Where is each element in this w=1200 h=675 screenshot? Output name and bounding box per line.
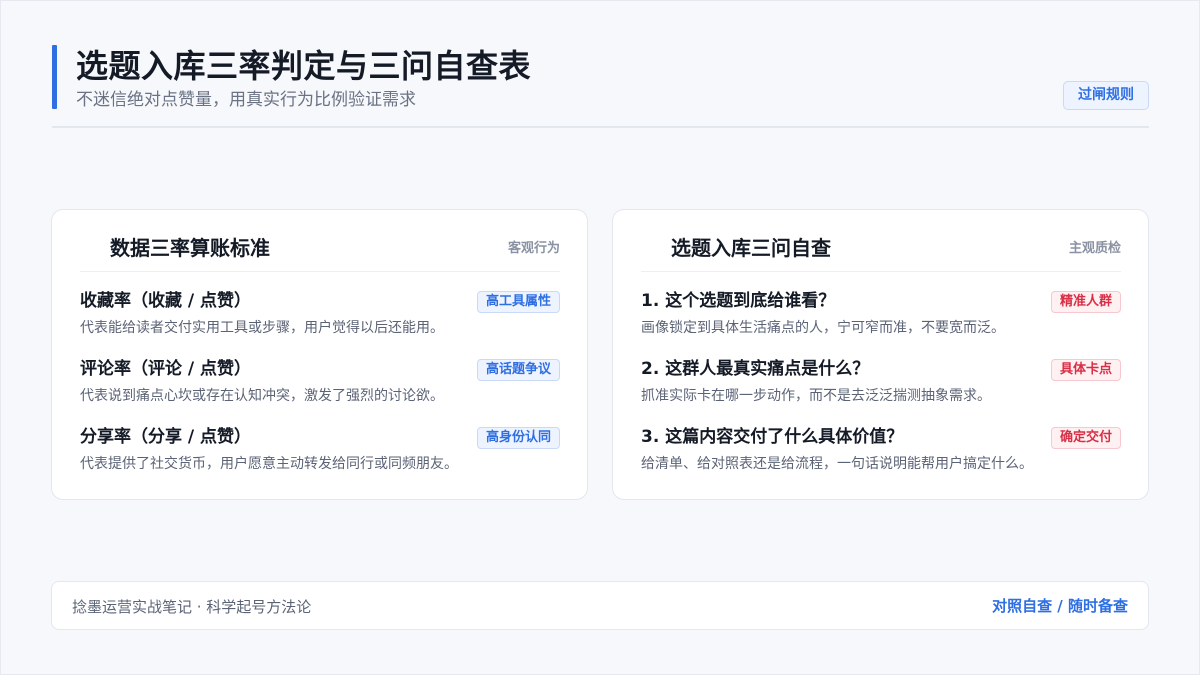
page-footer: 捻墨运营实战笔记 · 科学起号方法论 对照自查 / 随时备查 xyxy=(51,581,1149,630)
status-badge: 高身份认同 xyxy=(476,427,560,449)
item-title: 收藏率（收藏 / 点赞） xyxy=(80,291,252,311)
list-item: 分享率（分享 / 点赞） 高身份认同 代表提供了社交货币，用户愿意主动转发给同行… xyxy=(80,426,560,484)
card-tag: 客观行为 xyxy=(507,241,560,256)
card-header: 数据三率算账标准 客观行为 xyxy=(80,228,560,272)
list-item: 评论率（评论 / 点赞） 高话题争议 代表说到痛点心坎或存在认知冲突，激发了强烈… xyxy=(80,358,560,416)
page-subtitle: 不迷信绝对点赞量，用真实行为比例验证需求 xyxy=(76,90,416,110)
list-item: 收藏率（收藏 / 点赞） 高工具属性 代表能给读者交付实用工具或步骤，用户觉得以… xyxy=(80,290,560,348)
data-rates-card: 数据三率算账标准 客观行为 收藏率（收藏 / 点赞） 高工具属性 代表能给读者交… xyxy=(51,209,588,500)
title-accent-bar xyxy=(52,45,57,109)
item-description: 代表提供了社交货币，用户愿意主动转发给同行或同频朋友。 xyxy=(80,456,458,472)
page-title: 选题入库三率判定与三问自查表 xyxy=(76,47,532,85)
item-title: 2. 这群人最真实痛点是什么？ xyxy=(641,359,870,379)
self-check-card: 选题入库三问自查 主观质检 1. 这个选题到底给谁看？ 精准人群 画像锁定到具体… xyxy=(612,209,1149,500)
item-title: 3. 这篇内容交付了什么具体价值？ xyxy=(641,427,904,447)
item-title: 评论率（评论 / 点赞） xyxy=(80,359,252,379)
header-divider xyxy=(52,126,1149,128)
list-item: 2. 这群人最真实痛点是什么？ 具体卡点 抓准实际卡在哪一步动作，而不是去泛泛揣… xyxy=(641,358,1121,416)
card-title: 选题入库三问自查 xyxy=(671,236,831,260)
status-badge: 精准人群 xyxy=(1050,291,1121,313)
item-title: 分享率（分享 / 点赞） xyxy=(80,427,252,447)
item-description: 抓准实际卡在哪一步动作，而不是去泛泛揣测抽象需求。 xyxy=(641,388,991,404)
item-description: 代表说到痛点心坎或存在认知冲突，激发了强烈的讨论欲。 xyxy=(80,388,444,404)
list-item: 1. 这个选题到底给谁看？ 精准人群 画像锁定到具体生活痛点的人，宁可窄而准，不… xyxy=(641,290,1121,348)
item-title: 1. 这个选题到底给谁看？ xyxy=(641,291,836,311)
item-description: 画像锁定到具体生活痛点的人，宁可窄而准，不要宽而泛。 xyxy=(641,320,1005,336)
card-title: 数据三率算账标准 xyxy=(110,236,270,260)
status-badge: 高工具属性 xyxy=(476,291,560,313)
status-badge: 具体卡点 xyxy=(1050,359,1121,381)
page-header: 选题入库三率判定与三问自查表 不迷信绝对点赞量，用真实行为比例验证需求 过闸规则 xyxy=(52,44,1149,128)
status-badge: 确定交付 xyxy=(1050,427,1121,449)
item-description: 代表能给读者交付实用工具或步骤，用户觉得以后还能用。 xyxy=(80,320,444,336)
rules-button[interactable]: 过闸规则 xyxy=(1063,81,1149,110)
status-badge: 高话题争议 xyxy=(476,359,560,381)
footer-action-link[interactable]: 对照自查 / 随时备查 xyxy=(992,595,1128,616)
card-tag: 主观质检 xyxy=(1068,241,1121,256)
card-header: 选题入库三问自查 主观质检 xyxy=(641,228,1121,272)
footer-source: 捻墨运营实战笔记 · 科学起号方法论 xyxy=(72,598,312,616)
item-description: 给清单、给对照表还是给流程，一句话说明能帮用户搞定什么。 xyxy=(641,456,1033,472)
list-item: 3. 这篇内容交付了什么具体价值？ 确定交付 给清单、给对照表还是给流程，一句话… xyxy=(641,426,1121,484)
